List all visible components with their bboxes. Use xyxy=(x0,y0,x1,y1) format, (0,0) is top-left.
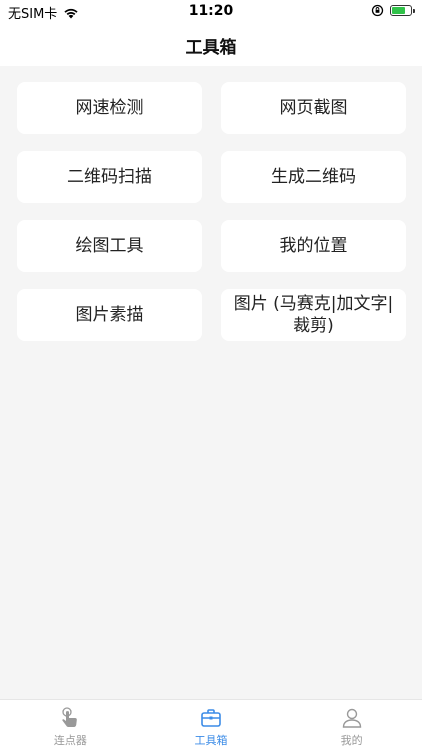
tool-speed-test-button[interactable]: 网速检测 xyxy=(17,82,202,134)
tool-image-sketch-button[interactable]: 图片素描 xyxy=(17,289,202,341)
tool-my-location-button[interactable]: 我的位置 xyxy=(221,220,406,272)
tab-label: 我的 xyxy=(340,734,363,747)
toolbox-icon xyxy=(201,709,221,727)
tab-toolbox[interactable]: 工具箱 xyxy=(141,700,282,750)
tool-image-edit-button[interactable]: 图片 (马赛克|加文字|裁剪) xyxy=(221,289,406,341)
person-icon xyxy=(342,708,361,728)
tool-qr-scan-button[interactable]: 二维码扫描 xyxy=(17,151,202,203)
tab-bar: 连点器 工具箱 我的 xyxy=(0,699,422,750)
tool-qr-generate-button[interactable]: 生成二维码 xyxy=(221,151,406,203)
nav-bar: 工具箱 xyxy=(0,24,422,66)
status-bar: 无SIM卡 11:20 xyxy=(0,0,422,24)
orientation-lock-icon xyxy=(371,4,384,17)
tools-grid: 网速检测 网页截图 二维码扫描 生成二维码 绘图工具 我的位置 图片素描 图片 … xyxy=(17,82,406,341)
status-time: 11:20 xyxy=(188,3,234,19)
tab-label: 连点器 xyxy=(53,734,87,747)
tool-drawing-button[interactable]: 绘图工具 xyxy=(17,220,202,272)
tab-auto-clicker[interactable]: 连点器 xyxy=(0,700,141,750)
page-title: 工具箱 xyxy=(185,37,237,58)
battery-level xyxy=(392,7,405,14)
tool-webpage-screenshot-button[interactable]: 网页截图 xyxy=(221,82,406,134)
battery-icon xyxy=(390,5,415,16)
tap-hand-icon xyxy=(62,707,78,727)
tab-profile[interactable]: 我的 xyxy=(281,700,422,750)
tab-label: 工具箱 xyxy=(194,734,228,747)
screen: 无SIM卡 11:20 工具箱 网速检测 网页截图 二维码扫描 生成二维码 绘图… xyxy=(0,0,422,750)
status-right xyxy=(371,4,415,17)
